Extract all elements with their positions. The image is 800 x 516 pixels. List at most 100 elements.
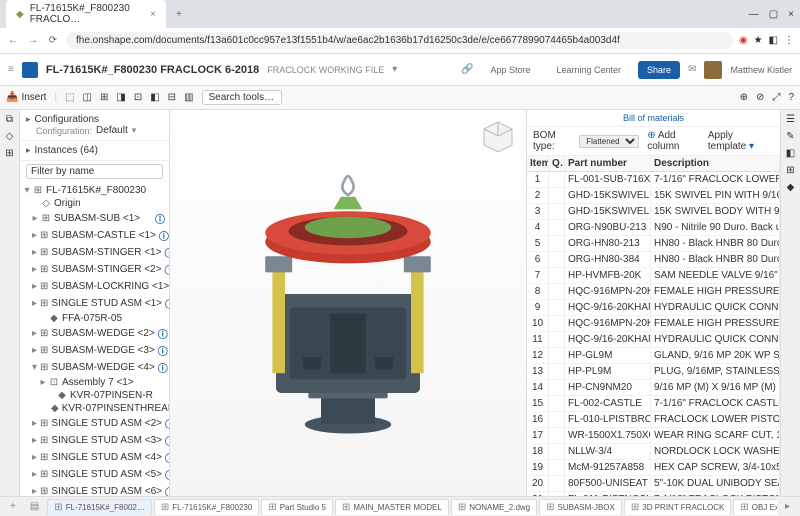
document-tab[interactable]: ⊞NONAME_2.dwg [451, 499, 537, 515]
url-field[interactable]: fhe.onshape.com/documents/f13a601c0cc957… [66, 32, 733, 49]
tool-icon[interactable]: ◫ [83, 92, 92, 103]
col-desc[interactable]: Description [651, 156, 780, 171]
forward-icon[interactable]: → [26, 35, 40, 46]
tree-node[interactable]: ▸⊡Assembly 7 <1> [20, 376, 169, 389]
tool-icon[interactable]: ⊘ [756, 92, 764, 103]
feature-tree[interactable]: ▾⊞FL-71615K#_F800230◇Origin▸⊞SUBASM-SUB … [20, 182, 169, 496]
tree-node[interactable]: ▸⊞SINGLE STUD ASM <1>ⓘ [20, 295, 169, 312]
link-icon[interactable]: 🔗 [461, 64, 473, 75]
document-title[interactable]: FL-71615K#_F800230 FRACLOCK 6-2018 [46, 64, 259, 76]
tree-node[interactable]: ▸⊞SUBASM-WEDGE <2>ⓘ [20, 325, 169, 342]
extension-icon[interactable]: ★ [754, 35, 763, 46]
new-tab-button[interactable]: + [170, 9, 188, 20]
col-item[interactable]: Item [527, 156, 549, 171]
config-default[interactable]: Configuration: Default ▾ [26, 125, 163, 136]
tool-icon[interactable]: ◨ [116, 92, 125, 103]
tool-icon[interactable]: ⊞ [100, 92, 108, 103]
rail-icon[interactable]: ◇ [6, 131, 14, 142]
rail-icon[interactable]: ⊞ [786, 165, 794, 176]
tool-icon[interactable]: ? [788, 92, 794, 103]
tree-node[interactable]: ▸⊞SINGLE STUD ASM <6>ⓘ [20, 483, 169, 496]
tree-node[interactable]: ▸⊞SUBASM-LOCKRING <1>ⓘ [20, 278, 169, 295]
notifications-icon[interactable]: ✉ [688, 64, 696, 75]
tree-node[interactable]: ▾⊞FL-71615K#_F800230 [20, 184, 169, 197]
bom-row[interactable]: 18NLLW-3/4NORDLOCK LOCK WASHER-3/4" [527, 444, 780, 460]
bom-row[interactable]: 10HQC-916MPN-20K-MC-FFEMALE HIGH PRESSUR… [527, 316, 780, 332]
tree-node[interactable]: ▸⊞SINGLE STUD ASM <4>ⓘ [20, 449, 169, 466]
bom-row[interactable]: 12HP-GL9MGLAND, 9/16 MP 20K WP STAINLESS… [527, 348, 780, 364]
tree-node[interactable]: ▾⊞SUBASM-WEDGE <4>ⓘ [20, 359, 169, 376]
tree-node[interactable]: ▸⊞SUBASM-STINGER <1>ⓘ [20, 244, 169, 261]
tree-node[interactable]: ▸⊞SUBASM-SUB <1>ⓘ [20, 210, 169, 227]
bom-row[interactable]: 8HQC-916MPN-20K-MC-MFEMALE HIGH PRESSURE… [527, 284, 780, 300]
rail-icon[interactable]: ✎ [786, 131, 794, 142]
bom-row[interactable]: 19McM-91257A858HEX CAP SCREW, 3/4-10x5" … [527, 460, 780, 476]
bom-row[interactable]: 4ORG-N90BU-213N90 - Nitrile 90 Duro. Bac… [527, 220, 780, 236]
bom-row[interactable]: 15FL-002-CASTLE7-1/16" FRACLOCK CASTLE [527, 396, 780, 412]
tool-icon[interactable]: ⊟ [168, 92, 176, 103]
bom-row[interactable]: 7HP-HVMFB-20KSAM NEEDLE VALVE 9/16" MP (… [527, 268, 780, 284]
tool-icon[interactable]: ⊡ [134, 92, 142, 103]
document-tab[interactable]: ⊞FL-71615K#_F8002… [47, 499, 152, 515]
maximize-icon[interactable]: ▢ [769, 9, 778, 20]
bom-row[interactable]: 2GHD-15KSWIVELPIN15K SWIVEL PIN WITH 9/1… [527, 188, 780, 204]
add-column-button[interactable]: ⊕ Add column [647, 130, 704, 152]
add-tab-button[interactable]: + [4, 499, 22, 514]
menu-icon[interactable]: ≡ [8, 64, 14, 75]
col-qty[interactable]: Q… [549, 156, 565, 171]
tool-icon[interactable]: ⊕ [740, 92, 748, 103]
rail-icon[interactable]: ⧉ [6, 114, 13, 125]
close-window-icon[interactable]: × [788, 9, 794, 20]
filter-input[interactable]: Filter by name [26, 164, 163, 179]
close-icon[interactable]: × [150, 9, 156, 20]
back-icon[interactable]: ← [6, 35, 20, 46]
insert-button[interactable]: 📥 Insert [6, 92, 46, 103]
rail-icon[interactable]: ◆ [787, 182, 795, 193]
search-tools-input[interactable]: Search tools… [202, 90, 282, 105]
document-tab[interactable]: ⊞3D PRINT FRACLOCK [624, 499, 731, 515]
instances-header[interactable]: ▸ Instances (64) [26, 145, 163, 156]
rail-icon[interactable]: ◧ [786, 148, 795, 159]
col-partnum[interactable]: Part number [565, 156, 651, 171]
learning-center-button[interactable]: Learning Center [548, 61, 631, 79]
rail-icon[interactable]: ☰ [786, 114, 795, 125]
extension-icon[interactable]: ◧ [769, 35, 778, 46]
tree-node[interactable]: ▸⊞SINGLE STUD ASM <3>ⓘ [20, 432, 169, 449]
document-tab[interactable]: ⊞FL-71615K#_F800230 [154, 499, 259, 515]
tree-node[interactable]: ◆KVR-07PINSEN-R [20, 389, 169, 402]
share-button[interactable]: Share [638, 61, 680, 79]
document-tab[interactable]: ⊞OBJ Exporter 1 [733, 499, 777, 515]
bom-row[interactable]: 2080F500-UNISEAT5"-10K DUAL UNIBODY SEAT… [527, 476, 780, 492]
browser-tab[interactable]: ◆ FL-71615K#_F800230 FRACLO… × [6, 0, 166, 29]
document-tab[interactable]: ⊞MAIN_MASTER MODEL [335, 499, 449, 515]
chevron-down-icon[interactable]: ▾ [392, 64, 397, 75]
onshape-logo[interactable] [22, 62, 38, 78]
bom-row[interactable]: 3GHD-15KSWIVELBODY15K SWIVEL BODY WITH 9… [527, 204, 780, 220]
bom-row[interactable]: 16FL-010-LPISTBRCKTFRACLOCK LOWER PISTON… [527, 412, 780, 428]
tab-list-button[interactable]: ▤ [24, 499, 45, 514]
bom-table-body[interactable]: 1FL-001-SUB-716X7FLG7-1/16" FRACLOCK LOW… [527, 172, 780, 496]
tree-node[interactable]: ▸⊞SUBASM-STINGER <2>ⓘ [20, 261, 169, 278]
bom-row[interactable]: 17WR-1500X1.750X0.375-SCWEAR RING SCARF … [527, 428, 780, 444]
extension-icon[interactable]: ◉ [739, 35, 748, 46]
3d-viewport[interactable] [170, 110, 526, 496]
bom-row[interactable]: 11HQC-9/16-20KHAND-FHYDRAULIC QUICK CONN… [527, 332, 780, 348]
tree-node[interactable]: ▸⊞SUBASM-WEDGE <3>ⓘ [20, 342, 169, 359]
config-header[interactable]: ▸ Configurations [26, 114, 163, 125]
tree-node[interactable]: ▸⊞SINGLE STUD ASM <5>ⓘ [20, 466, 169, 483]
document-tab[interactable]: ⊞SUBASM-JBOX [539, 499, 622, 515]
rail-icon[interactable]: ⊞ [5, 148, 13, 159]
reload-icon[interactable]: ⟳ [46, 35, 60, 46]
document-tab[interactable]: ⊞Part Studio 5 [261, 499, 333, 515]
bom-row[interactable]: 6ORG-HN80-384HN80 - Black HNBR 80 Duro. … [527, 252, 780, 268]
tree-node[interactable]: ◇Origin [20, 197, 169, 210]
tool-icon[interactable]: ⬚ [65, 92, 74, 103]
tree-node[interactable]: ◆KVR-07PINSENTHREAD-R [20, 402, 169, 415]
bom-row[interactable]: 5ORG-HN80-213HN80 - Black HNBR 80 Duro. … [527, 236, 780, 252]
minimize-icon[interactable]: — [749, 9, 759, 20]
app-store-button[interactable]: App Store [481, 61, 539, 79]
extension-icon[interactable]: ⋮ [784, 35, 794, 46]
bom-row[interactable]: 1FL-001-SUB-716X7FLG7-1/16" FRACLOCK LOW… [527, 172, 780, 188]
tabs-overflow-icon[interactable]: ▸ [779, 499, 796, 514]
user-name[interactable]: Matthew Kistler [730, 65, 792, 75]
